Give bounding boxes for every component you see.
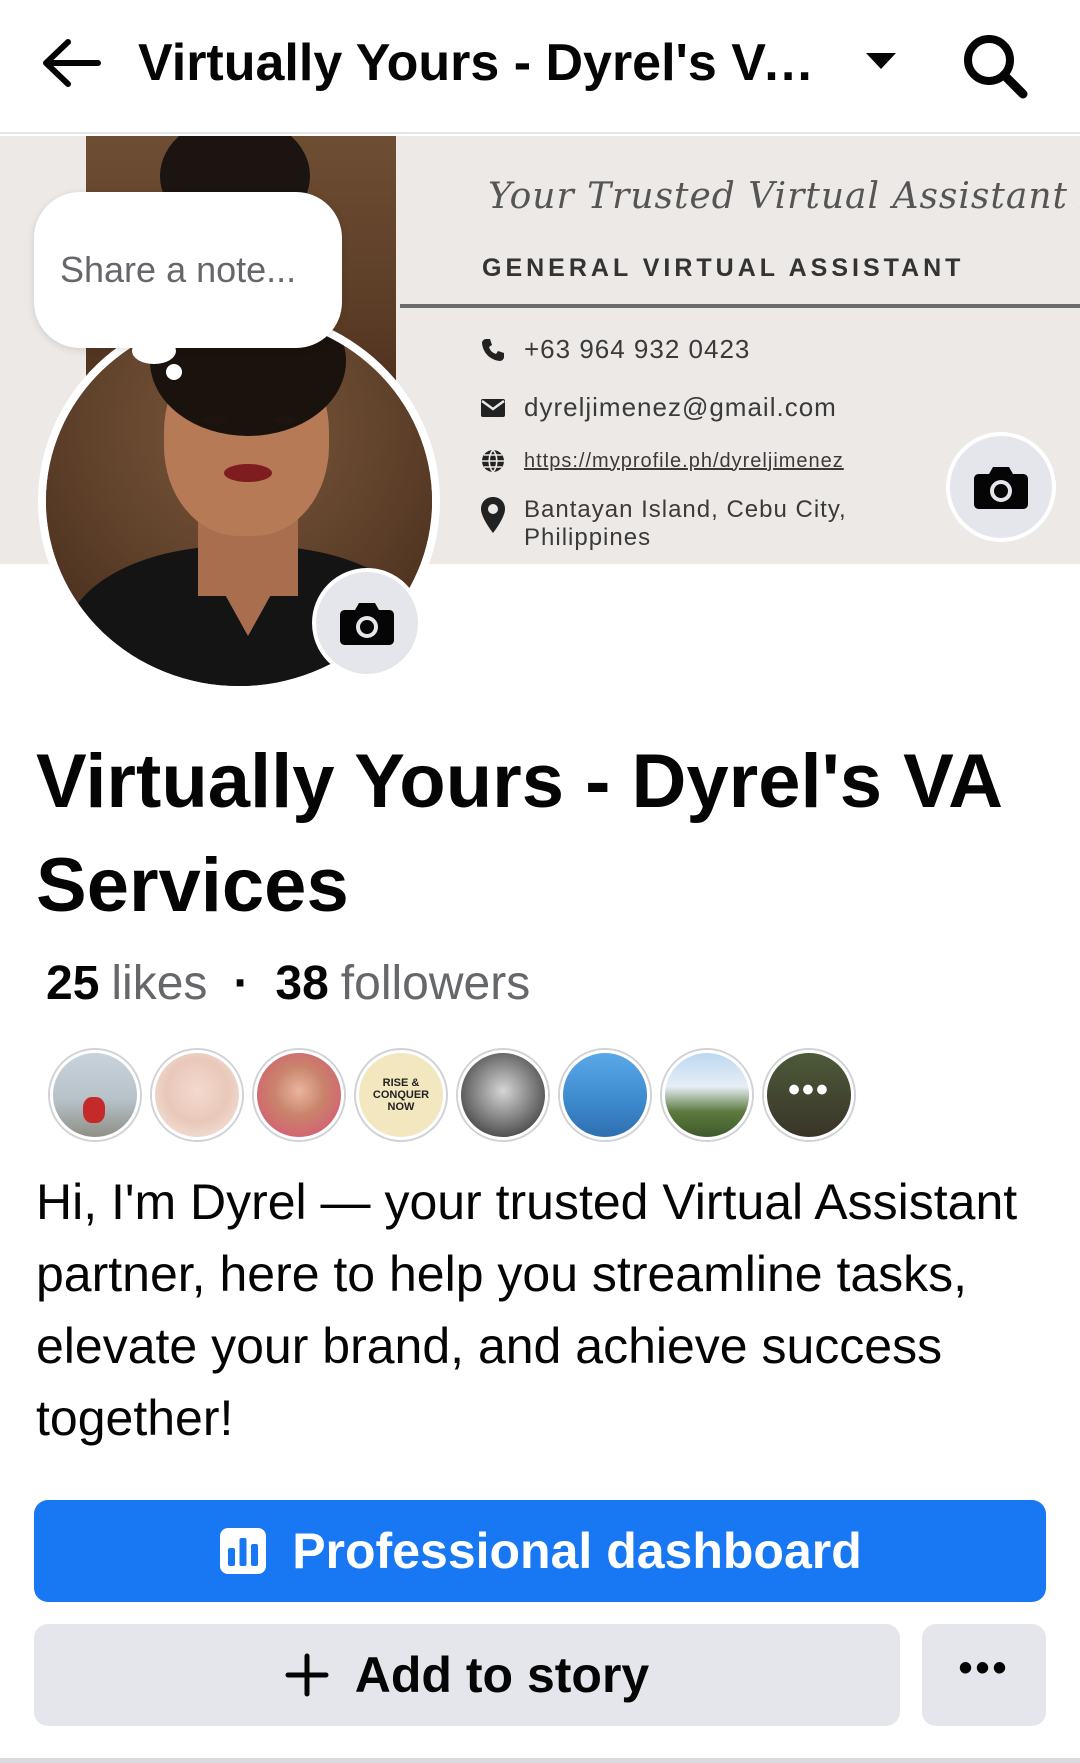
professional-dashboard-button[interactable]: Professional dashboard xyxy=(34,1500,1046,1602)
likes-label[interactable]: likes xyxy=(111,956,207,1011)
cover-email-text: dyreljimenez@gmail.com xyxy=(524,392,837,422)
top-app-bar: Virtually Yours - Dyrel's VA... xyxy=(0,0,1080,134)
follower-avatars: RISE & CONQUER NOW ••• xyxy=(50,1050,854,1140)
more-options-button[interactable]: ••• xyxy=(922,1624,1046,1726)
share-note-bubble[interactable]: Share a note... xyxy=(34,192,342,348)
cover-phone-line: +63 964 932 0423 xyxy=(480,334,750,365)
section-divider xyxy=(0,1758,1080,1763)
phone-icon xyxy=(482,338,504,361)
note-bubble-tail-dot xyxy=(166,364,182,380)
page-bio: Hi, I'm Dyrel — your trusted Virtual Ass… xyxy=(36,1174,1018,1446)
follower-avatar[interactable] xyxy=(254,1050,344,1140)
add-to-story-label: Add to story xyxy=(354,1647,650,1703)
search-button[interactable] xyxy=(955,26,1035,106)
follower-logo-text-1: RISE & xyxy=(382,1077,420,1089)
cover-location-line: Bantayan Island, Cebu City, Philippines xyxy=(480,496,847,552)
share-note-placeholder: Share a note... xyxy=(60,249,297,290)
cover-location-line2: Philippines xyxy=(524,524,652,551)
globe-icon xyxy=(482,449,504,473)
location-pin-icon xyxy=(481,497,505,533)
follower-avatar[interactable] xyxy=(152,1050,242,1140)
cover-divider xyxy=(400,304,1080,308)
edit-cover-photo-button[interactable] xyxy=(946,432,1056,542)
caret-down-icon xyxy=(866,53,896,69)
cover-website-text: https://myprofile.ph/dyreljimenez xyxy=(524,449,844,472)
cover-role: GENERAL VIRTUAL ASSISTANT xyxy=(482,254,965,282)
more-dots-icon: ••• xyxy=(788,1071,830,1109)
page-title-header[interactable]: Virtually Yours - Dyrel's VA... xyxy=(138,30,828,96)
camera-icon xyxy=(974,467,1028,509)
followers-count[interactable]: 38 xyxy=(275,956,328,1011)
more-followers-button[interactable]: ••• xyxy=(764,1050,854,1140)
title-dropdown-button[interactable] xyxy=(856,36,906,86)
mail-icon xyxy=(481,398,505,417)
follower-avatar[interactable] xyxy=(50,1050,140,1140)
back-button[interactable] xyxy=(30,28,110,98)
page-name: Virtually Yours - Dyrel's VA Services xyxy=(36,739,1001,928)
bar-chart-icon xyxy=(220,1528,267,1574)
more-options-icon: ••• xyxy=(958,1646,1010,1690)
professional-dashboard-label: Professional dashboard xyxy=(292,1523,862,1579)
follower-avatar[interactable] xyxy=(662,1050,752,1140)
edit-profile-picture-button[interactable] xyxy=(312,568,422,678)
followers-label[interactable]: followers xyxy=(341,956,530,1011)
arrow-left-icon xyxy=(43,39,101,87)
cover-location-line1: Bantayan Island, Cebu City, xyxy=(524,496,847,523)
search-icon xyxy=(964,35,1028,99)
follower-avatar[interactable]: RISE & CONQUER NOW xyxy=(356,1050,446,1140)
cover-website-line: https://myprofile.ph/dyreljimenez xyxy=(480,448,844,474)
follower-logo-text-3: NOW xyxy=(387,1101,415,1113)
follower-logo-text-2: CONQUER xyxy=(372,1089,430,1101)
follower-avatar[interactable] xyxy=(458,1050,548,1140)
plus-icon xyxy=(285,1653,329,1697)
note-bubble-tail xyxy=(132,338,176,364)
cover-tagline: Your Trusted Virtual Assistant Partner xyxy=(488,176,1080,217)
likes-count[interactable]: 25 xyxy=(46,956,99,1011)
follower-avatar[interactable] xyxy=(560,1050,650,1140)
stats-separator: · xyxy=(233,957,250,1010)
page-stats: 25 likes · 38 followers xyxy=(46,956,530,1011)
cover-phone-text: +63 964 932 0423 xyxy=(524,334,751,364)
camera-icon xyxy=(340,603,394,645)
add-to-story-button[interactable]: Add to story xyxy=(34,1624,900,1726)
cover-email-line: dyreljimenez@gmail.com xyxy=(480,392,837,423)
